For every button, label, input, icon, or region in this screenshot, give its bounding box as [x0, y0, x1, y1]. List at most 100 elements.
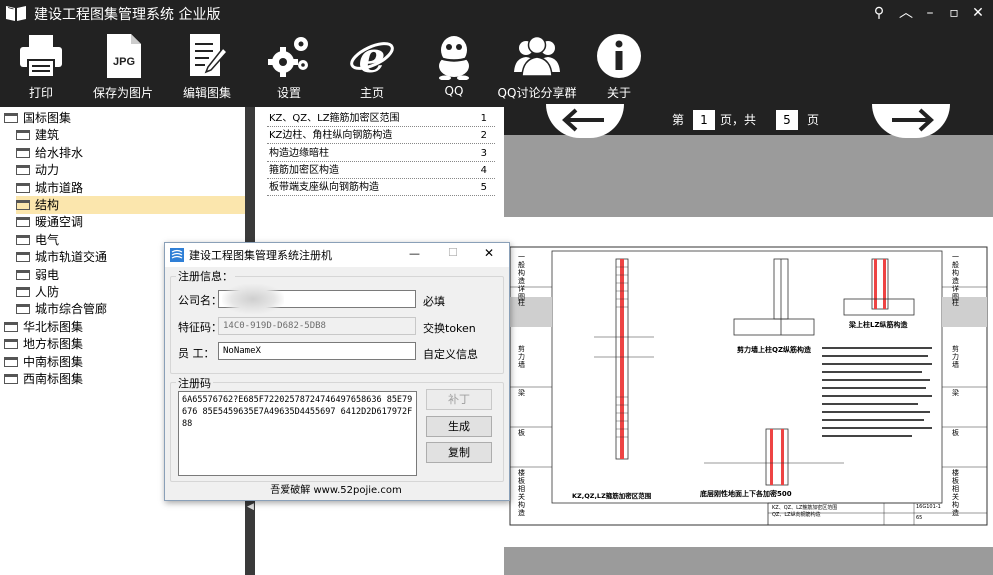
close-button[interactable]: ✕ — [967, 3, 989, 23]
tree-item[interactable]: 国标图集 — [4, 109, 245, 127]
toc-row[interactable]: KZ边柱、角柱纵向钢筋构造 2 — [265, 127, 497, 145]
staff-label: 员 工： — [178, 347, 215, 360]
staff-input[interactable]: NoNameX — [218, 342, 416, 360]
home-label: 主页 — [359, 86, 384, 100]
drawing-sheet: 剪力墙上柱QZ纵筋构造 梁上柱LZ纵筋构造 底层刚性地面上下各加密500 KZ,… — [504, 217, 993, 547]
drawing-title-right: 梁上柱LZ纵筋构造 — [849, 321, 908, 329]
tree-item-label: 华北标图集 — [23, 319, 84, 334]
edit-atlas-button[interactable]: 编辑图集 — [162, 32, 252, 104]
tree-item[interactable]: 建筑 — [16, 126, 245, 144]
arrow-left-icon — [562, 108, 604, 132]
jpg-file-icon: JPG — [107, 34, 141, 78]
copy-button[interactable]: 复制 — [426, 442, 492, 463]
patch-button[interactable]: 补丁 — [426, 389, 492, 410]
title-bar: 建设工程图集管理系统 企业版 ⚲ ︿ – ▫ ✕ — [0, 0, 993, 26]
maximize-button[interactable]: ▫ — [943, 3, 965, 23]
drawing-side-label: 板 — [952, 429, 959, 437]
app-title: 建设工程图集管理系统 企业版 — [34, 7, 221, 23]
gear-icon — [268, 37, 308, 77]
qq-button[interactable]: QQ — [409, 32, 499, 104]
dialog-close-button[interactable]: ✕ — [484, 246, 494, 260]
book-icon — [6, 6, 26, 21]
arrow-right-icon — [892, 108, 934, 132]
qq-penguin-icon — [439, 36, 469, 80]
toc-title: KZ、QZ、LZ箍筋加密区范围 — [269, 113, 400, 124]
sheet-caption: KZ、QZ、LZ箍筋加密区范围 QZ、LZ纵向钢筋构造 — [772, 505, 838, 518]
drawing-side-label: 剪力墙 — [952, 345, 959, 369]
prev-page-button[interactable] — [546, 104, 624, 138]
drawing-side-label: 板 — [518, 429, 525, 437]
generate-button[interactable]: 生成 — [426, 416, 492, 437]
staff-note: 自定义信息 — [423, 348, 478, 361]
toc-page: 4 — [480, 164, 487, 176]
toc-page: 3 — [480, 147, 487, 159]
next-page-button[interactable] — [872, 104, 950, 138]
tree-item[interactable]: 动力 — [16, 161, 245, 179]
tree-item[interactable]: 结构 — [16, 196, 245, 214]
folder-icon — [16, 287, 30, 297]
folder-icon — [16, 252, 30, 263]
svg-text:JPG: JPG — [113, 56, 135, 68]
tree-item[interactable]: 给水排水 — [16, 144, 245, 162]
drawing-side-label: 剪力墙 — [518, 345, 525, 369]
home-button[interactable]: e 主页 — [327, 32, 417, 104]
toc-row[interactable]: 板带端支座纵向钢筋构造 5 — [265, 179, 497, 197]
reg-code-textarea[interactable]: 6A65576762?E685F72202578724746497658636 … — [178, 391, 417, 476]
folder-icon — [16, 147, 30, 158]
save-image-button[interactable]: JPG 保存为图片 — [78, 32, 168, 104]
tree-item-label: 国标图集 — [23, 111, 72, 125]
print-button[interactable]: 打印 — [0, 32, 86, 104]
tree-item-label: 结构 — [35, 198, 60, 212]
folder-icon — [16, 165, 30, 176]
reg-code-label: 注册码 — [176, 375, 213, 391]
drawing-side-label: 楼板相关构造 — [952, 469, 959, 517]
dialog-maximize-button[interactable]: ☐ — [448, 246, 458, 259]
dialog-footer: 吾爱破解 www.52pojie.com — [270, 485, 402, 496]
qq-group-label: QQ讨论分享群 — [497, 86, 577, 100]
qq-group-button[interactable]: QQ讨论分享群 — [492, 32, 582, 104]
drawing-side-label: 一般构造详图 — [952, 253, 959, 301]
tree-item-label: 中南标图集 — [23, 354, 84, 369]
drawing-side-label: 一般构造详图 — [518, 253, 525, 301]
dialog-title-bar: 建设工程图集管理系统注册机 — ☐ ✕ — [165, 243, 509, 267]
settings-label: 设置 — [276, 86, 301, 100]
feature-code-field: 14C0-919D-D682-5DB8 — [218, 317, 416, 335]
toc-row[interactable]: 箍筋加密区构造 4 — [265, 162, 497, 179]
edit-document-icon — [190, 34, 229, 76]
feature-note: 交换token — [423, 322, 476, 335]
collapse-icon[interactable]: ︿ — [895, 3, 917, 23]
toc-title: 箍筋加密区构造 — [269, 164, 339, 176]
toc-row[interactable]: 构造边缘暗柱 3 — [265, 145, 497, 162]
tree-item-label: 给水排水 — [35, 145, 84, 160]
dialog-minimize-button[interactable]: — — [409, 247, 420, 260]
tree-item[interactable]: 城市道路 — [16, 179, 245, 197]
toc-title: 板带端支座纵向钢筋构造 — [269, 182, 379, 194]
folder-icon — [16, 130, 30, 141]
pin-icon[interactable]: ⚲ — [868, 3, 890, 23]
page-mid-text: 页，共 — [720, 113, 757, 127]
tree-item-label: 暖通空调 — [35, 215, 84, 230]
company-label: 公司名： — [178, 294, 222, 307]
settings-button[interactable]: 设置 — [244, 32, 334, 104]
drawing-side-label: 梁 — [952, 389, 959, 397]
toc-row[interactable]: KZ、QZ、LZ箍筋加密区范围 1 — [265, 110, 497, 127]
folder-icon — [16, 234, 30, 245]
about-button[interactable]: 关于 — [574, 32, 664, 104]
toc-title: 构造边缘暗柱 — [269, 147, 329, 159]
collapse-arrow-icon[interactable]: ◀ — [247, 502, 254, 512]
tree-item-label: 西南标图集 — [23, 372, 84, 386]
current-page-input[interactable]: 1 — [693, 110, 715, 130]
minimize-button[interactable]: – — [919, 3, 941, 23]
total-pages: 5 — [776, 110, 798, 130]
tree-item-label: 城市道路 — [35, 180, 84, 195]
sheet-page-number: 65 — [916, 515, 923, 521]
group-users-icon — [514, 35, 560, 77]
atlas-number: 16G101-1 — [916, 504, 941, 510]
svg-text:e: e — [359, 33, 386, 80]
folder-icon — [16, 217, 30, 228]
tree-item[interactable]: 暖通空调 — [16, 213, 245, 231]
toc-page: 1 — [480, 113, 487, 124]
tree-item-label: 电气 — [35, 232, 60, 247]
dialog-title: 建设工程图集管理系统注册机 — [189, 249, 332, 262]
info-icon — [597, 34, 641, 78]
